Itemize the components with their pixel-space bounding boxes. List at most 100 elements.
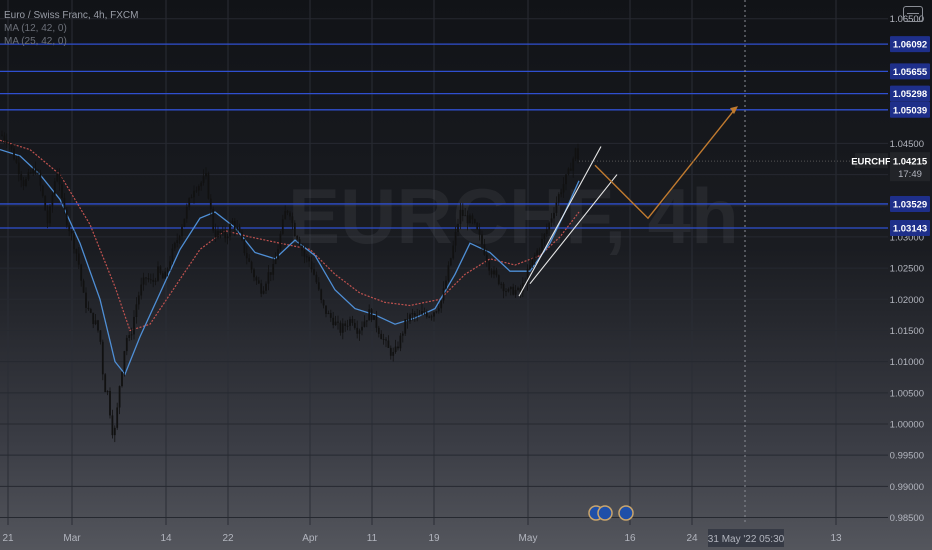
legend-symbol[interactable]: Euro / Swiss Franc, 4h, FXCM	[4, 9, 138, 22]
candle-body	[159, 266, 162, 274]
candle-body	[560, 192, 563, 195]
candle-body	[478, 229, 481, 235]
candle-body	[253, 269, 255, 278]
candle-body	[368, 309, 371, 321]
candle-body	[238, 226, 241, 233]
candle-body	[125, 337, 128, 352]
time-axis[interactable]: 21 Mar 14 22 Apr 11 19 May 16 24 13 31 May '22 05:3…	[2, 529, 842, 547]
candle-body	[61, 184, 63, 198]
candle-body	[517, 287, 519, 290]
candle-body	[3, 135, 6, 141]
candle-body	[152, 279, 155, 282]
candle-body	[161, 273, 164, 279]
candle-body	[497, 275, 500, 285]
candle-body	[435, 311, 438, 313]
candle-body	[308, 256, 311, 262]
candle-body	[121, 372, 123, 387]
chart-grid	[0, 0, 888, 525]
candle-body	[221, 230, 224, 234]
collapse-panel-icon[interactable]	[903, 6, 923, 22]
price-tick-label: 1.00000	[890, 419, 924, 430]
candle-body	[313, 269, 315, 275]
candle-body	[87, 307, 90, 310]
candle-body	[99, 330, 102, 342]
candle-body	[341, 323, 344, 333]
candle-body	[351, 319, 354, 323]
candle-body	[399, 335, 402, 349]
candle-body	[380, 333, 383, 340]
time-tick-label: Mar	[63, 533, 81, 544]
candle-body	[169, 261, 171, 269]
candle-body	[51, 194, 54, 207]
candle-body	[461, 209, 464, 216]
candle-body	[423, 310, 426, 313]
candle-body	[545, 229, 548, 234]
candle-body	[58, 174, 61, 185]
candle-body	[17, 162, 20, 175]
candle-body	[473, 219, 476, 223]
candle-body	[255, 277, 258, 281]
candle-body	[137, 295, 140, 305]
price-chart[interactable]: EURCHF, 4h 0.98500 0.99000 0.99500 1.00000 1…	[0, 0, 932, 550]
candle-body	[92, 312, 95, 325]
event-markers[interactable]	[588, 505, 634, 521]
candle-body	[5, 140, 8, 144]
candle-body	[277, 249, 279, 260]
candle-body	[488, 261, 491, 271]
candle-body	[567, 168, 570, 175]
candle-body	[233, 220, 236, 230]
candle-body	[387, 340, 390, 348]
candle-body	[226, 236, 229, 239]
candle-body	[195, 190, 198, 192]
candle-body	[217, 230, 219, 238]
event-marker-icon[interactable]	[618, 505, 634, 521]
candle-body	[49, 206, 51, 224]
legend-ma-slow[interactable]: MA (25, 42, 0)	[4, 35, 138, 48]
level-price-label: 1.06092	[893, 40, 927, 51]
chart-legend: Euro / Swiss Franc, 4h, FXCM MA (12, 42,…	[4, 9, 138, 48]
crosshair-time-label: 31 May '22 05:30	[708, 534, 785, 545]
candle-body	[291, 216, 294, 223]
candle-body	[476, 222, 479, 230]
candle-body	[565, 174, 567, 185]
candle-body	[245, 253, 248, 259]
time-tick-label: 19	[428, 533, 440, 544]
candle-body	[332, 317, 335, 326]
level-price-label: 1.03143	[893, 224, 927, 235]
candle-body	[301, 245, 303, 251]
candle-body	[75, 249, 78, 254]
candle-body	[543, 233, 546, 240]
candle-body	[135, 304, 138, 317]
candle-body	[104, 374, 107, 393]
candle-body	[89, 309, 92, 313]
countdown-label: 17:49	[898, 169, 922, 180]
candle-body	[229, 224, 231, 237]
level-price-label: 1.05039	[893, 105, 927, 116]
candle-body	[428, 316, 431, 318]
candle-body	[214, 230, 217, 238]
price-tick-label: 1.01500	[890, 326, 924, 337]
event-marker-icon[interactable]	[597, 505, 613, 521]
candle-body	[25, 179, 27, 186]
legend-ma-fast[interactable]: MA (12, 42, 0)	[4, 22, 138, 35]
candle-body	[212, 209, 215, 231]
candle-body	[466, 215, 469, 224]
candle-body	[262, 290, 265, 294]
candle-body	[377, 327, 380, 334]
candle-body	[171, 248, 174, 262]
candle-body	[157, 266, 159, 281]
candle-body	[202, 176, 205, 183]
symbol-watermark: EURCHF, 4h	[288, 172, 739, 260]
candle-body	[236, 226, 239, 230]
level-price-label: 1.05655	[893, 67, 928, 78]
candle-body	[392, 351, 395, 356]
candle-body	[555, 202, 558, 213]
candle-body	[353, 322, 356, 328]
candle-body	[490, 270, 493, 275]
candle-body	[46, 210, 49, 224]
candle-body	[176, 240, 179, 243]
candle-body	[241, 232, 243, 240]
candle-body	[41, 185, 44, 196]
candle-body	[550, 218, 553, 223]
candle-body	[149, 279, 152, 281]
